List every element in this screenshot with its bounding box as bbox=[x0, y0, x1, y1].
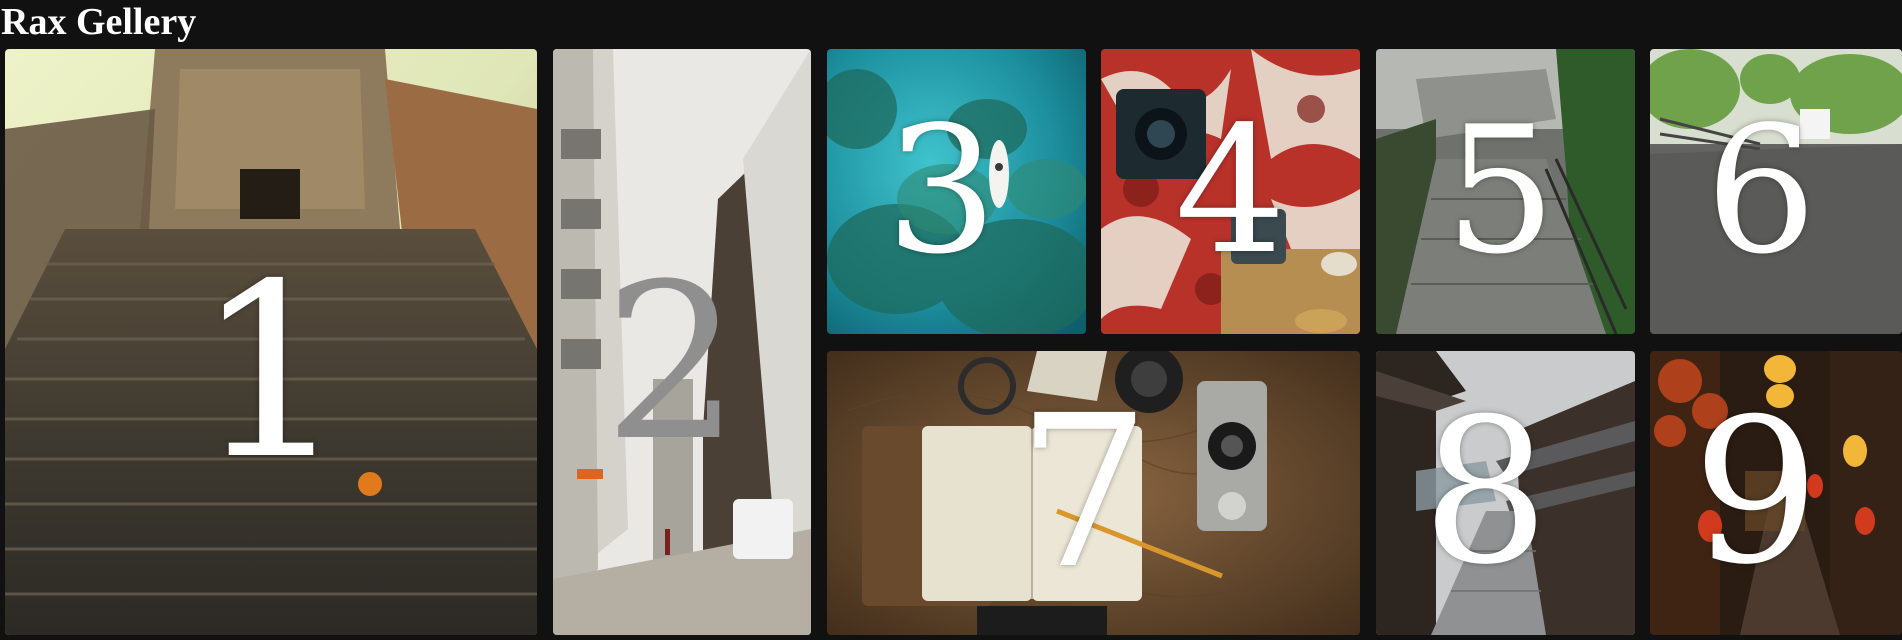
aerial-sea-image bbox=[827, 49, 1086, 334]
gallery-item-4[interactable]: 4 bbox=[1101, 49, 1360, 334]
stone-alley-image bbox=[1376, 49, 1635, 334]
lantern-alley-image bbox=[1650, 351, 1902, 635]
camera-fabric-image bbox=[1101, 49, 1360, 334]
gallery-item-8[interactable]: 8 bbox=[1376, 351, 1635, 635]
gallery-item-6[interactable]: 6 bbox=[1650, 49, 1902, 334]
japanese-street-image bbox=[1376, 351, 1635, 635]
image-gallery: 1 2 3 4 5 6 7 8 9 bbox=[0, 0, 1902, 640]
blurred-road-image bbox=[1650, 49, 1902, 334]
gallery-item-1[interactable]: 1 bbox=[5, 49, 537, 635]
temple-stairs-image bbox=[5, 49, 537, 635]
city-street-image bbox=[553, 49, 811, 635]
gallery-item-5[interactable]: 5 bbox=[1376, 49, 1635, 334]
gallery-item-9[interactable]: 9 bbox=[1650, 351, 1902, 635]
gallery-item-7[interactable]: 7 bbox=[827, 351, 1360, 635]
gallery-item-2[interactable]: 2 bbox=[553, 49, 811, 635]
desk-flatlay-image bbox=[827, 351, 1360, 635]
gallery-item-3[interactable]: 3 bbox=[827, 49, 1086, 334]
